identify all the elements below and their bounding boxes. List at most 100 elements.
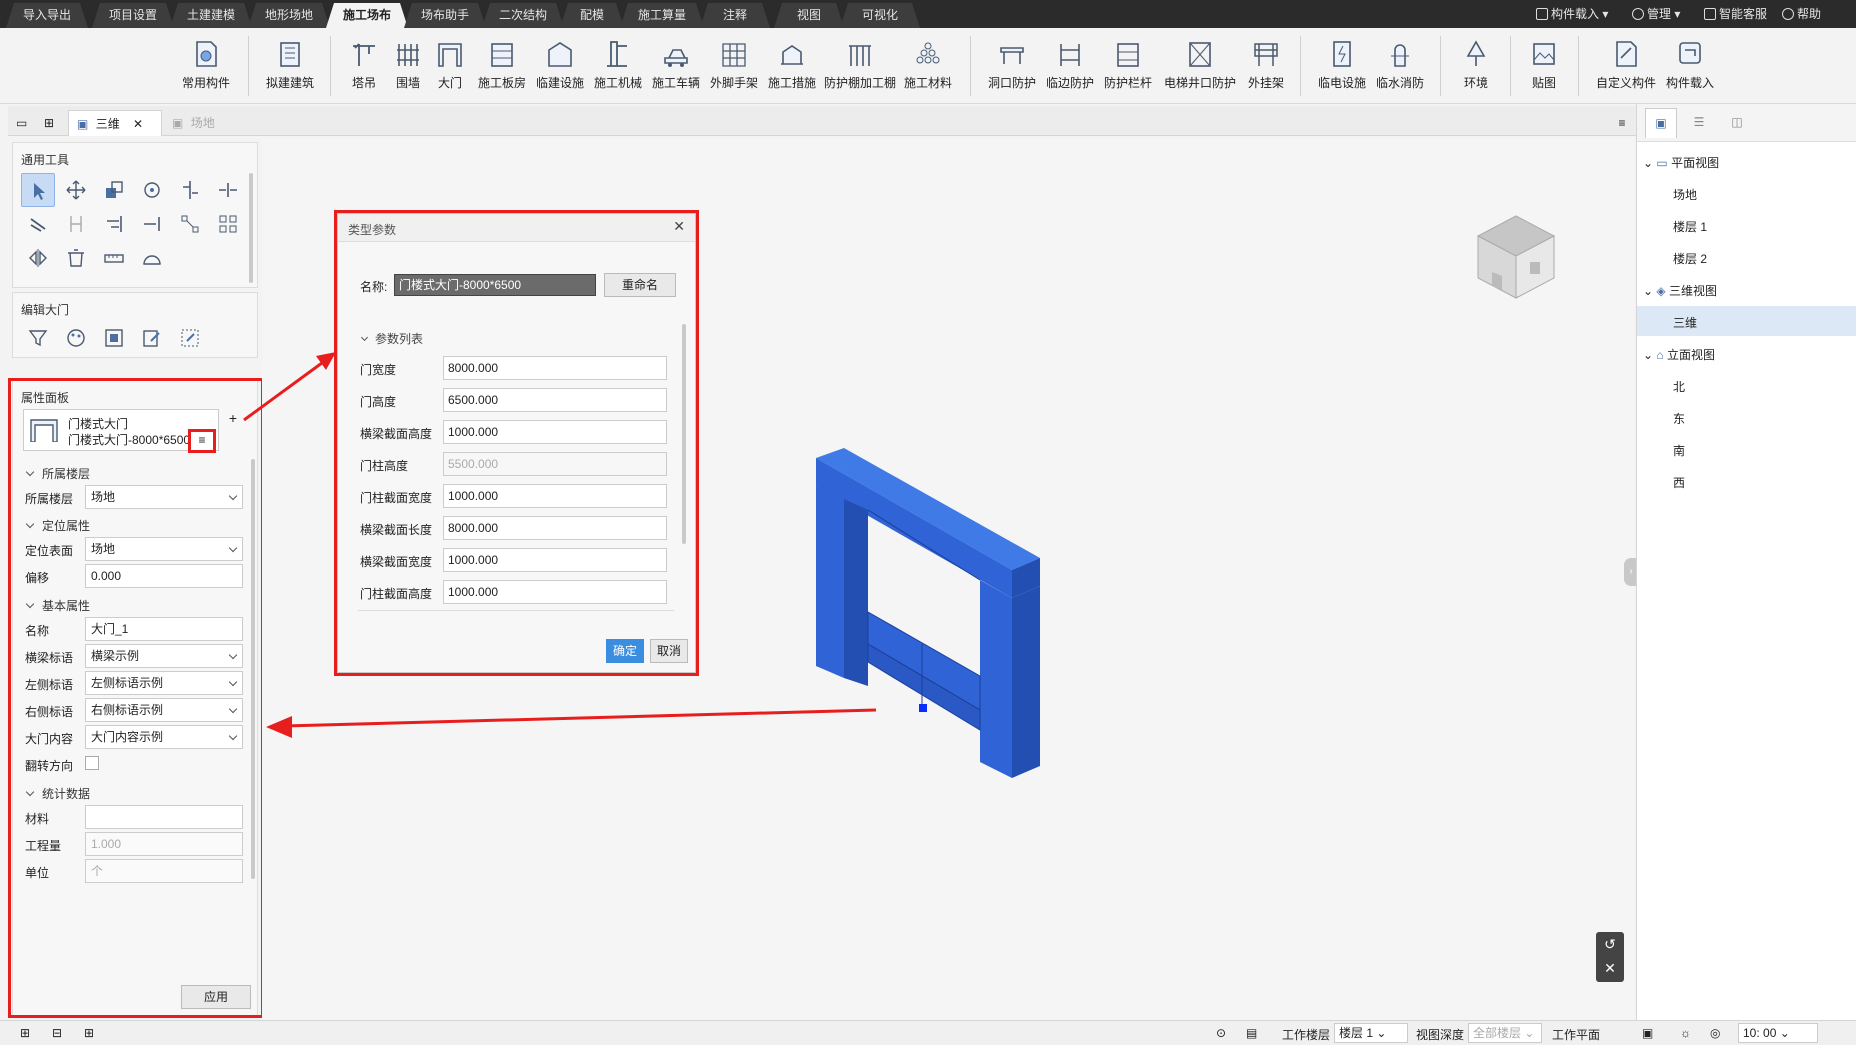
tree-item-north[interactable]: 北	[1673, 378, 1685, 395]
manage-menu[interactable]: 管理 ▾	[1632, 6, 1680, 22]
help-button[interactable]: 帮助	[1782, 6, 1821, 22]
view-cube-icon[interactable]	[1470, 212, 1562, 304]
param-input[interactable]: 1000.000	[443, 580, 667, 604]
tree-elevation-view[interactable]: ⌄ ⌂ 立面视图	[1643, 346, 1715, 363]
offset-tool[interactable]	[21, 207, 55, 241]
component-load-menu[interactable]: 构件载入 ▾	[1536, 6, 1608, 22]
scrollbar[interactable]	[249, 173, 253, 283]
edge-protection-button[interactable]: 临边防护	[1042, 38, 1098, 100]
gate-button[interactable]: 大门	[430, 38, 470, 100]
tree-item-east[interactable]: 东	[1673, 410, 1685, 427]
tab-project-settings[interactable]: 项目设置	[92, 3, 174, 28]
save-view-icon[interactable]: ▤	[1246, 1026, 1257, 1040]
measure-tool[interactable]	[59, 207, 93, 241]
angle-tool[interactable]	[135, 241, 169, 275]
tree-plan-view[interactable]: ⌄ ▭ 平面视图	[1643, 154, 1719, 171]
close-icon[interactable]: ✕	[673, 218, 685, 235]
tab-formwork[interactable]: 配模	[560, 3, 624, 28]
mirror-tool[interactable]	[21, 241, 55, 275]
machinery-button[interactable]: 施工机械	[590, 38, 646, 100]
delete-tool[interactable]	[59, 241, 93, 275]
map-texture-tool[interactable]	[97, 321, 131, 355]
menu-icon[interactable]: ≡	[1612, 110, 1632, 136]
tab-construction-quantity[interactable]: 施工算量	[620, 3, 704, 28]
sun-icon[interactable]: ☼	[1680, 1026, 1691, 1040]
tab-site[interactable]: ▣ 场地	[166, 110, 246, 136]
param-input[interactable]: 1000.000	[443, 548, 667, 572]
reset-view-icon[interactable]: ↺	[1596, 932, 1624, 956]
tile-icon[interactable]: ⊟	[52, 1026, 62, 1040]
param-input[interactable]: 8000.000	[443, 516, 667, 540]
tab-3d[interactable]: ▣ 三维 ✕	[68, 110, 162, 136]
hanging-frame-button[interactable]: 外挂架	[1244, 38, 1288, 100]
tab-import-export[interactable]: 导入导出	[6, 3, 88, 28]
browser-tab-views[interactable]: ▣	[1645, 108, 1677, 138]
trim-tool[interactable]	[135, 207, 169, 241]
vehicle-button[interactable]: 施工车辆	[648, 38, 704, 100]
copy-tool[interactable]	[97, 173, 131, 207]
palette-tool[interactable]	[59, 321, 93, 355]
split-tool[interactable]	[211, 173, 245, 207]
layer-icon[interactable]: ▣	[1642, 1026, 1653, 1040]
ok-button[interactable]: 确定	[606, 639, 644, 663]
tree-3d-view[interactable]: ⌄ ◈ 三维视图	[1643, 282, 1717, 299]
elevator-shaft-protection-button[interactable]: 电梯井口防护	[1158, 38, 1242, 100]
param-list-header[interactable]: 参数列表	[360, 330, 423, 347]
layout-icon[interactable]: ⊞	[20, 1026, 30, 1040]
fire-protection-button[interactable]: 临水消防	[1372, 38, 1428, 100]
close-icon[interactable]: ✕	[133, 117, 143, 131]
texture-button[interactable]: 贴图	[1522, 38, 1566, 100]
cancel-button[interactable]: 取消	[650, 639, 688, 663]
tree-item-3d-selected[interactable]: 三维	[1637, 306, 1856, 336]
tab-annotation[interactable]: 注释	[700, 3, 770, 28]
tab-visualization[interactable]: 可视化	[840, 3, 920, 28]
window-icon[interactable]: ▭	[16, 110, 36, 136]
array-tool[interactable]	[173, 207, 207, 241]
planned-building-button[interactable]: 拟建建筑	[262, 38, 318, 100]
ruler-tool[interactable]	[97, 241, 131, 275]
group-tool[interactable]	[211, 207, 245, 241]
dialog-name-input[interactable]: 门楼式大门-8000*6500	[394, 274, 596, 296]
tree-item-floor1[interactable]: 楼层 1	[1673, 218, 1707, 235]
replace-tool[interactable]	[173, 321, 207, 355]
protection-shed-button[interactable]: 防护棚加工棚	[822, 38, 898, 100]
gate-model[interactable]	[802, 448, 1042, 788]
view-depth-select[interactable]: 全部楼层 ⌄	[1468, 1023, 1542, 1043]
tab-layout-assistant[interactable]: 场布助手	[404, 3, 486, 28]
param-input[interactable]: 1000.000	[443, 420, 667, 444]
grid-icon[interactable]: ⊞	[84, 1026, 94, 1040]
grip-handle[interactable]	[919, 704, 927, 712]
param-scrollbar[interactable]	[682, 324, 686, 544]
work-floor-select[interactable]: 楼层 1 ⌄	[1334, 1023, 1408, 1043]
tab-site-layout[interactable]: 施工场布	[326, 3, 408, 28]
close-icon[interactable]: ✕	[1596, 956, 1624, 980]
rotate-tool[interactable]	[135, 173, 169, 207]
param-input[interactable]: 6500.000	[443, 388, 667, 412]
tab-view[interactable]: 视图	[774, 3, 844, 28]
browser-tab-layers[interactable]: ☰	[1683, 108, 1715, 138]
move-tool[interactable]	[59, 173, 93, 207]
tower-crane-button[interactable]: 塔吊	[344, 38, 384, 100]
extend-tool[interactable]	[97, 207, 131, 241]
filter-tool[interactable]	[21, 321, 55, 355]
zoom-fit-icon[interactable]: ⊙	[1216, 1026, 1226, 1040]
construction-material-button[interactable]: 施工材料	[900, 38, 956, 100]
load-component-button[interactable]: 构件载入	[1662, 38, 1718, 100]
tree-item-south[interactable]: 南	[1673, 442, 1685, 459]
navigation-widget[interactable]: ↺ ✕	[1596, 932, 1624, 982]
tab-civil-modeling[interactable]: 土建建模	[170, 3, 252, 28]
param-input[interactable]: 8000.000	[443, 356, 667, 380]
param-input[interactable]: 1000.000	[443, 484, 667, 508]
site-office-button[interactable]: 施工板房	[474, 38, 530, 100]
environment-button[interactable]: 环境	[1454, 38, 1498, 100]
fence-button[interactable]: 围墙	[388, 38, 428, 100]
railing-button[interactable]: 防护栏杆	[1100, 38, 1156, 100]
select-tool[interactable]	[21, 173, 55, 207]
grid-icon[interactable]: ⊞	[44, 110, 64, 136]
edit-param-tool[interactable]	[135, 321, 169, 355]
tree-item-west[interactable]: 西	[1673, 474, 1685, 491]
construction-measure-button[interactable]: 施工措施	[764, 38, 820, 100]
browser-tab-components[interactable]: ◫	[1721, 108, 1753, 138]
tree-item-site[interactable]: 场地	[1673, 186, 1697, 203]
opening-protection-button[interactable]: 洞口防护	[984, 38, 1040, 100]
